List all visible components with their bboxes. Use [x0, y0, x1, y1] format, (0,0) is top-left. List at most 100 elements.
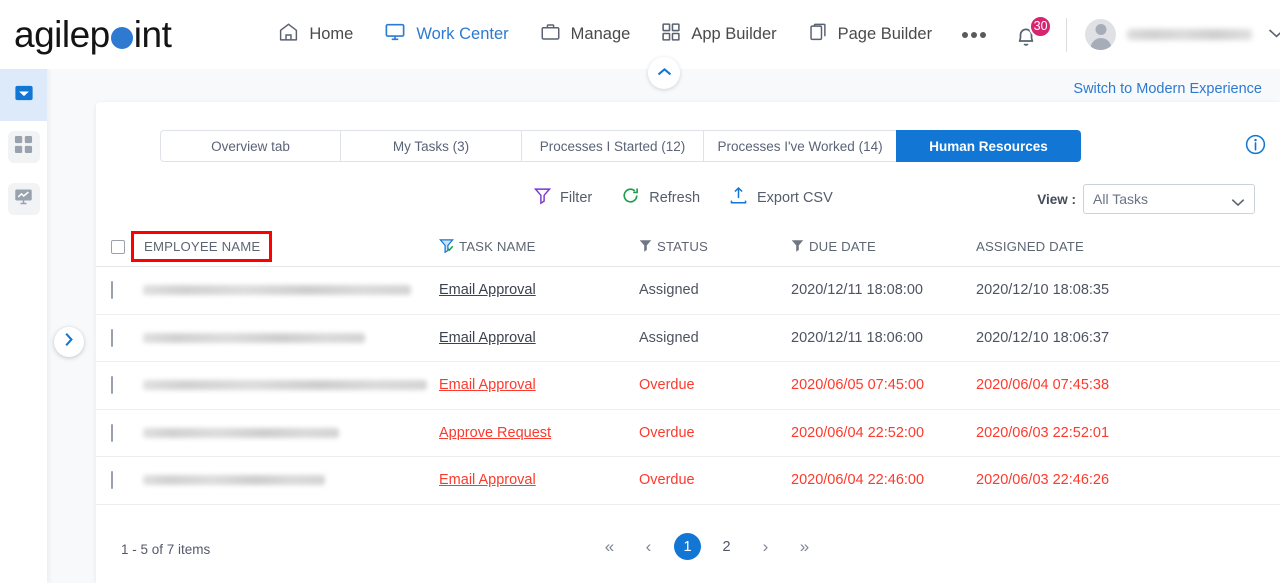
switch-to-modern-experience-link[interactable]: Switch to Modern Experience [1073, 81, 1262, 97]
pagination-info: 1 - 5 of 7 items [121, 542, 211, 557]
work-center-card: Overview tab My Tasks (3) Processes I St… [96, 102, 1280, 583]
select-all-checkbox[interactable] [111, 239, 125, 254]
export-csv-button[interactable]: Export CSV [729, 186, 833, 209]
sidebar-item-inbox[interactable] [0, 69, 47, 121]
row-checkbox[interactable] [111, 328, 113, 347]
pagination-controls: « ‹ 1 2 › » [596, 533, 818, 560]
table-row[interactable]: Email Approval Overdue 2020/06/04 22:46:00… [96, 457, 1280, 505]
nav-label-page-builder: Page Builder [837, 25, 933, 43]
app-header: agilep int Home Work Center Manage App B… [0, 0, 1280, 69]
agilepoint-logo[interactable]: agilep int [14, 16, 172, 53]
tab-processes-i-started[interactable]: Processes I Started (12) [521, 130, 703, 162]
pagination-page-2[interactable]: 2 [713, 533, 740, 560]
table-row[interactable]: Email Approval Assigned 2020/12/11 18:08:0… [96, 267, 1280, 315]
table-row[interactable]: Email Approval Overdue 2020/06/05 07:45:00… [96, 362, 1280, 410]
pagination-next-button[interactable]: › [752, 533, 779, 560]
task-name-link[interactable]: Approve Request [439, 425, 551, 441]
refresh-label: Refresh [649, 189, 701, 206]
cell-assigned-date: 2020/12/10 18:08:35 [976, 282, 1110, 299]
filter-active-icon[interactable] [438, 238, 455, 256]
row-checkbox[interactable] [111, 471, 113, 490]
employee-name-redacted [143, 427, 339, 438]
info-icon[interactable] [1245, 134, 1266, 160]
cell-task-name: Approve Request [439, 425, 639, 441]
cell-task-name: Email Approval [439, 330, 639, 346]
chart-monitor-icon [13, 186, 34, 212]
task-name-link[interactable]: Email Approval [439, 472, 536, 488]
avatar[interactable] [1085, 19, 1117, 50]
row-select-cell [111, 423, 143, 442]
column-label-due-date: DUE DATE [809, 239, 876, 254]
employee-name-redacted [143, 380, 427, 391]
task-name-link[interactable]: Email Approval [439, 377, 536, 393]
column-assigned-date[interactable]: ASSIGNED DATE [976, 239, 1176, 254]
expand-sidebar-button[interactable] [54, 327, 84, 357]
cell-task-name: Email Approval [439, 472, 639, 488]
nav-item-work-center[interactable]: Work Center [383, 21, 509, 48]
refresh-button[interactable]: Refresh [621, 186, 700, 209]
row-checkbox[interactable] [111, 281, 113, 300]
filter-icon[interactable] [639, 239, 652, 255]
pagination-prev-button[interactable]: ‹ [635, 533, 662, 560]
cell-employee-name [143, 380, 439, 391]
nav-item-page-builder[interactable]: Page Builder [807, 21, 932, 48]
page-body: Switch to Modern Experience Overview tab… [0, 69, 1280, 583]
cell-assigned-date: 2020/06/04 07:45:38 [976, 377, 1110, 394]
pagination-page-1[interactable]: 1 [674, 533, 701, 560]
home-icon [277, 21, 300, 48]
filter-icon[interactable] [791, 239, 804, 255]
column-label-assigned-date: ASSIGNED DATE [976, 239, 1084, 254]
view-filter-group: View : All Tasks [1037, 184, 1255, 214]
sidebar-item-reports[interactable] [0, 173, 47, 225]
chevron-down-icon[interactable] [1268, 26, 1280, 44]
task-name-link[interactable]: Email Approval [439, 330, 536, 346]
employee-name-highlight-box: EMPLOYEE NAME [131, 231, 273, 262]
chevron-down-icon [1231, 194, 1245, 210]
monitor-icon [383, 21, 407, 48]
sidebar-item-apps[interactable] [0, 121, 47, 173]
notifications-button[interactable]: 30 [1012, 14, 1053, 55]
cell-due-date: 2020/12/11 18:06:00 [791, 329, 923, 346]
employee-name-redacted [143, 285, 411, 296]
column-status[interactable]: STATUS [639, 239, 791, 255]
cell-employee-name [143, 332, 439, 343]
tab-label-overview: Overview tab [211, 138, 290, 154]
cell-due-date: 2020/06/04 22:52:00 [791, 424, 925, 441]
tab-overview[interactable]: Overview tab [160, 130, 340, 162]
view-select[interactable]: All Tasks [1083, 184, 1255, 214]
table-row[interactable]: Email Approval Assigned 2020/12/11 18:06:0… [96, 315, 1280, 362]
row-checkbox[interactable] [111, 423, 113, 442]
column-due-date[interactable]: DUE DATE [791, 239, 976, 255]
main-navigation: Home Work Center Manage App Builder Page… [277, 21, 1012, 48]
cell-due-date: 2020/06/05 07:45:00 [791, 377, 925, 394]
collapse-header-button[interactable] [648, 57, 680, 89]
nav-item-home[interactable]: Home [277, 21, 353, 48]
tab-my-tasks[interactable]: My Tasks (3) [340, 130, 521, 162]
nav-item-app-builder[interactable]: App Builder [660, 21, 777, 48]
cell-status: Overdue [639, 377, 695, 394]
toolbar-actions: Filter Refresh Export CSV [533, 186, 833, 209]
task-name-link[interactable]: Email Approval [439, 282, 536, 298]
column-employee-name[interactable]: EMPLOYEE NAME [131, 231, 439, 262]
header-right-group: 30 [1012, 14, 1280, 55]
export-label: Export CSV [757, 189, 833, 206]
tab-processes-ive-worked[interactable]: Processes I've Worked (14) [703, 130, 896, 162]
filter-button[interactable]: Filter [533, 187, 592, 209]
nav-more-options-icon[interactable] [962, 31, 987, 38]
row-select-cell [111, 328, 143, 347]
table-row[interactable]: Approve Request Overdue 2020/06/04 22:52:0… [96, 410, 1280, 457]
inbox-tile [8, 79, 40, 111]
row-select-cell [111, 376, 143, 395]
column-task-name[interactable]: TASK NAME [438, 238, 639, 256]
main-content: Switch to Modern Experience Overview tab… [47, 69, 1280, 583]
nav-item-manage[interactable]: Manage [539, 21, 630, 48]
row-checkbox[interactable] [111, 376, 113, 395]
pagination-last-button[interactable]: » [791, 533, 818, 560]
tab-human-resources[interactable]: Human Resources [896, 130, 1081, 162]
cell-employee-name [143, 427, 439, 438]
nav-label-app-builder: App Builder [691, 25, 777, 43]
pagination-first-button[interactable]: « [596, 533, 623, 560]
cell-assigned-date: 2020/12/10 18:06:37 [976, 329, 1110, 346]
nav-label-work-center: Work Center [416, 25, 509, 43]
table-toolbar: Filter Refresh Export CSV View: All Tas… [96, 182, 1280, 226]
